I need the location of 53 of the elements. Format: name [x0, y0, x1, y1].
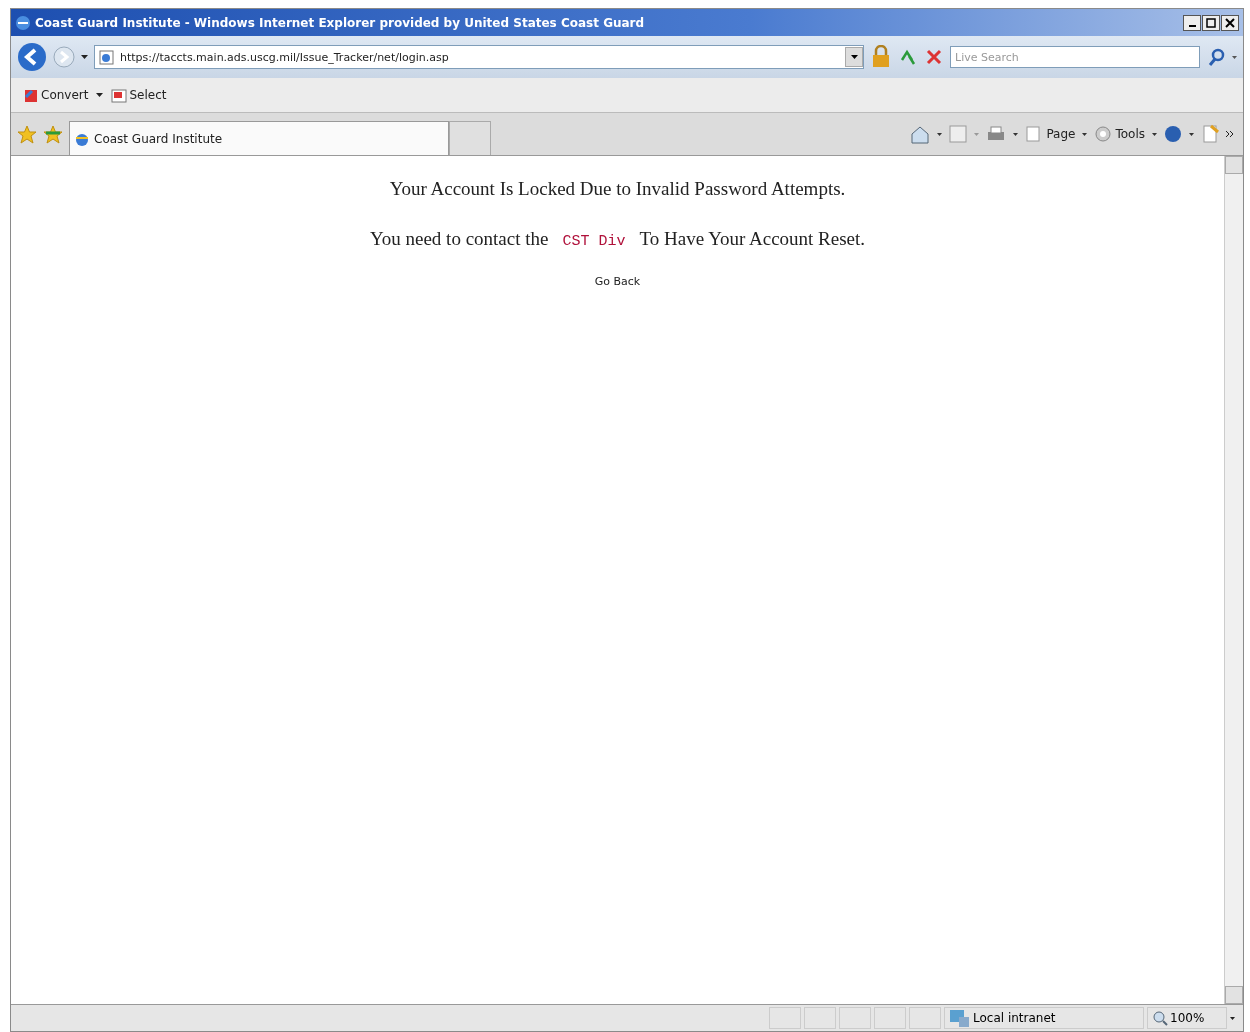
- search-field[interactable]: Live Search: [950, 46, 1200, 68]
- zoom-button[interactable]: 100%: [1147, 1007, 1227, 1029]
- caret-icon[interactable]: [1152, 132, 1157, 136]
- toolbar-button[interactable]: Convert: [21, 87, 91, 103]
- toolbar-button[interactable]: Select: [109, 87, 169, 103]
- go-back-link[interactable]: Go Back: [594, 275, 641, 288]
- command-button[interactable]: Page: [1025, 125, 1076, 143]
- close-icon: [1225, 17, 1235, 28]
- contact-text: You need to contact the: [369, 228, 549, 250]
- status-pane: [874, 1007, 906, 1029]
- search-icon[interactable]: [1206, 47, 1226, 67]
- status-pane: [804, 1007, 836, 1029]
- printer-icon[interactable]: [986, 125, 1007, 143]
- browser-icon: [15, 14, 31, 31]
- home-icon[interactable]: [910, 124, 931, 144]
- convert-icon: [23, 87, 39, 103]
- caret-icon[interactable]: [1230, 1016, 1235, 1020]
- maximize-icon: [1206, 17, 1216, 28]
- gear-icon: [1094, 125, 1113, 143]
- chevron-icon[interactable]: [1226, 131, 1233, 137]
- caret-icon[interactable]: [81, 55, 88, 59]
- browser-tab[interactable]: Coast Guard Institute: [69, 121, 449, 155]
- add-favorite-icon[interactable]: [43, 124, 63, 144]
- locked-message: Your Account Is Locked Due to Invalid Password Attempts.: [389, 178, 846, 200]
- minimize-button[interactable]: [1183, 14, 1201, 31]
- window-title: Coast Guard Institute - Windows Internet Explorer provided by United States Coast Guard: [35, 15, 646, 30]
- close-button[interactable]: [1221, 14, 1239, 31]
- minimize-icon: [1188, 24, 1196, 27]
- status-pane: [909, 1007, 941, 1029]
- reset-text: To Have Your Account Reset.: [639, 228, 866, 250]
- caret-icon[interactable]: [1082, 132, 1088, 136]
- maximize-button[interactable]: [1202, 14, 1220, 31]
- select-icon: [111, 87, 128, 103]
- caret-icon[interactable]: [1189, 132, 1194, 136]
- command-button[interactable]: Tools: [1094, 125, 1145, 143]
- contact-link[interactable]: CST Div: [562, 233, 626, 250]
- caret-icon[interactable]: [937, 132, 943, 136]
- address-field[interactable]: https://taccts.main.ads.uscg.mil/Issue_Tracker/net/login.asp: [94, 45, 864, 69]
- lock-icon: [870, 45, 892, 69]
- url-text: https://taccts.main.ads.uscg.mil/Issue_Tracker/net/login.asp: [120, 50, 450, 64]
- caret-icon[interactable]: [96, 93, 104, 97]
- status-pane: [839, 1007, 871, 1029]
- dropdown-button[interactable]: [845, 47, 863, 67]
- back-button[interactable]: [17, 42, 47, 72]
- caret-icon[interactable]: [1013, 132, 1019, 136]
- network-icon: [949, 1009, 969, 1027]
- zone-label: Local intranet: [973, 1011, 1056, 1025]
- stop-icon[interactable]: [924, 47, 944, 67]
- status-pane: [769, 1007, 801, 1029]
- page-icon: [99, 49, 114, 65]
- caret-icon: [850, 55, 858, 59]
- favorites-star-icon[interactable]: [17, 124, 37, 144]
- magnifier-icon: [1152, 1010, 1168, 1026]
